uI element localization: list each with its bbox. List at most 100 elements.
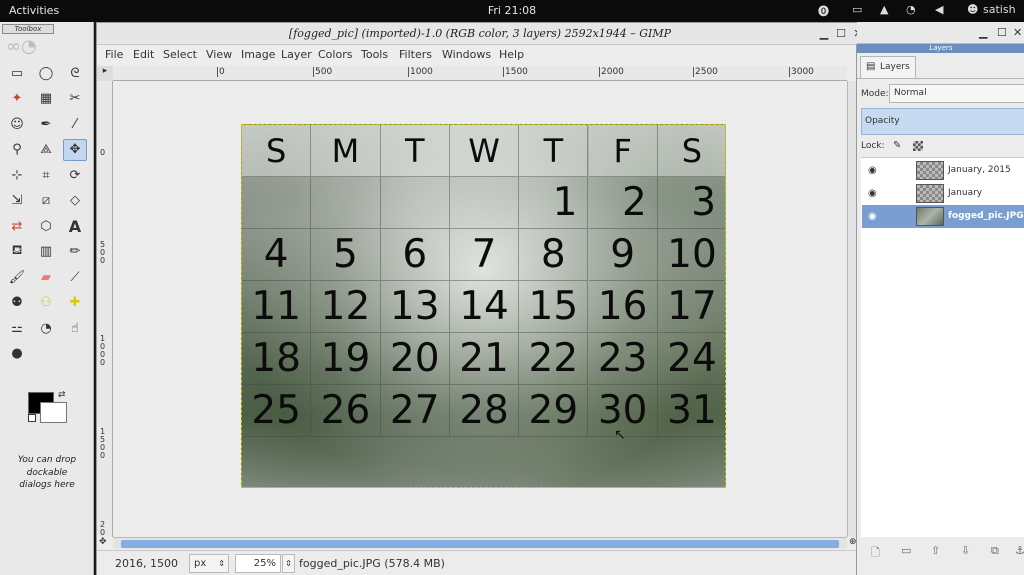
layer-thumbnail xyxy=(916,207,944,226)
color-select-icon[interactable]: ▦ xyxy=(34,88,58,110)
menu-image[interactable]: Image xyxy=(241,48,275,61)
calendar-date-cell: 11 xyxy=(242,281,312,333)
tab-layers[interactable]: ▤ Layers xyxy=(860,56,916,78)
user-menu[interactable]: satish xyxy=(983,3,1016,16)
menu-layer[interactable]: Layer xyxy=(281,48,312,61)
raise-layer-icon[interactable]: ⇧ xyxy=(931,544,940,557)
zoom-input[interactable]: 25% xyxy=(235,554,281,573)
network-icon[interactable]: ▲ xyxy=(880,3,888,16)
pencil-icon[interactable]: ✏ xyxy=(63,241,87,263)
reset-colors-icon[interactable] xyxy=(28,414,36,422)
lock-alpha-icon[interactable] xyxy=(913,141,923,151)
canvas-area[interactable]: S M T W T F S 1 2 3 4 5 6 7 8 9 10 11 12 13 14 15 16 17 18 19 20 21… xyxy=(114,81,847,537)
new-layer-icon[interactable]: 🗋 xyxy=(871,544,880,563)
unit-select[interactable]: px ⇕ xyxy=(189,554,229,573)
dock-minimize-icon[interactable]: ▁ xyxy=(979,26,987,39)
visibility-eye-icon[interactable]: ◉ xyxy=(868,159,877,182)
ink-icon[interactable]: ⚉ xyxy=(5,292,29,314)
anchor-layer-icon[interactable]: ⚓ xyxy=(1015,544,1024,557)
layer-row-january[interactable]: ◉ January xyxy=(862,182,1024,205)
text-icon[interactable]: A xyxy=(63,215,87,237)
blur-icon[interactable]: ◔ xyxy=(34,317,58,339)
scale-icon[interactable]: ⇲ xyxy=(5,190,29,212)
smudge-icon[interactable]: ☝ xyxy=(63,317,87,339)
volume-icon[interactable]: ◀ xyxy=(935,3,943,16)
align-icon[interactable]: ⊹ xyxy=(5,164,29,186)
mode-select[interactable]: Normal xyxy=(889,84,1024,103)
blend-icon[interactable]: ▥ xyxy=(34,241,58,263)
menu-filters[interactable]: Filters xyxy=(399,48,432,61)
foreground-select-icon[interactable]: ☺ xyxy=(5,113,29,135)
menu-select[interactable]: Select xyxy=(163,48,197,61)
navigate-icon[interactable]: ✥ xyxy=(99,537,111,549)
menu-colors[interactable]: Colors xyxy=(318,48,352,61)
wifi-icon[interactable]: ◔ xyxy=(906,3,916,16)
menu-help[interactable]: Help xyxy=(499,48,524,61)
opacity-slider[interactable]: Opacity xyxy=(861,108,1024,135)
rotate-icon[interactable]: ⟳ xyxy=(63,164,87,186)
new-layer-group-icon[interactable]: ▭ xyxy=(901,544,911,557)
shear-icon[interactable]: ⧄ xyxy=(34,190,58,212)
minimize-icon[interactable]: ▁ xyxy=(817,27,831,41)
heal-icon[interactable]: ✚ xyxy=(63,292,87,314)
horizontal-ruler[interactable]: -500050010001500200025003000 xyxy=(113,66,847,81)
dock-close-icon[interactable]: ✕ xyxy=(1013,26,1022,39)
fuzzy-select-icon[interactable]: ✦ xyxy=(5,88,29,110)
quick-mask-icon[interactable]: ▸ xyxy=(97,66,113,81)
color-picker-icon[interactable]: ⁄ xyxy=(63,113,87,135)
zoom-spin-icon[interactable]: ⇕ xyxy=(282,554,295,573)
calendar-date-cell: 2 xyxy=(588,177,658,229)
keyboard-icon[interactable]: ▭ xyxy=(852,3,862,16)
rect-select-icon[interactable]: ▭ xyxy=(5,62,29,84)
layer-row-calendar-title[interactable]: ◉ January, 2015 xyxy=(862,159,1024,182)
menu-edit[interactable]: Edit xyxy=(133,48,154,61)
image-canvas[interactable]: S M T W T F S 1 2 3 4 5 6 7 8 9 10 11 12 13 14 15 16 17 18 19 20 21… xyxy=(241,124,726,488)
visibility-eye-icon[interactable]: ◉ xyxy=(868,182,877,205)
move-icon[interactable]: ✥ xyxy=(63,138,87,161)
swap-colors-icon[interactable]: ⇄ xyxy=(58,390,66,400)
window-title: [fogged_pic] (imported)-1.0 (RGB color, … xyxy=(97,23,863,45)
zoom-icon[interactable]: ⚲ xyxy=(5,139,29,161)
perspective-clone-icon[interactable]: ⚍ xyxy=(5,317,29,339)
paths-icon[interactable]: ✒ xyxy=(34,113,58,135)
maximize-icon[interactable]: ☐ xyxy=(834,27,848,41)
paintbrush-icon[interactable]: 🖌 xyxy=(5,266,29,288)
dodge-icon[interactable]: ● xyxy=(5,343,29,365)
scissors-icon[interactable]: ✂ xyxy=(63,88,87,110)
airbrush-icon[interactable]: ⟋ xyxy=(63,266,87,288)
flip-icon[interactable]: ⇄ xyxy=(5,215,29,237)
calendar-date-cell: 19 xyxy=(311,333,381,385)
ellipse-select-icon[interactable]: ◯ xyxy=(34,62,58,84)
horizontal-scroll-thumb[interactable] xyxy=(121,540,839,548)
vertical-ruler[interactable]: 0 500 1000 1500 2000 xyxy=(97,81,113,537)
free-select-icon[interactable]: ᘓ xyxy=(63,62,87,84)
bucket-fill-icon[interactable]: ⛾ xyxy=(5,241,29,263)
cage-icon[interactable]: ⬡ xyxy=(34,215,58,237)
eraser-icon[interactable]: ▰ xyxy=(34,266,58,288)
lower-layer-icon[interactable]: ⇩ xyxy=(961,544,970,557)
dock-maximize-icon[interactable]: ☐ xyxy=(997,26,1007,39)
crop-icon[interactable]: ⌗ xyxy=(34,164,58,186)
vruler-label: 500 xyxy=(100,240,106,265)
clone-icon[interactable]: ⚇ xyxy=(34,292,58,314)
menu-windows[interactable]: Windows xyxy=(442,48,491,61)
calendar-date-cell: 21 xyxy=(449,333,520,385)
visibility-eye-icon[interactable]: ◉ xyxy=(868,205,877,228)
menu-file[interactable]: File xyxy=(105,48,123,61)
clock[interactable]: Fri 21:08 xyxy=(0,4,1024,17)
pointer-coords: 2016, 1500 xyxy=(115,557,178,570)
menu-view[interactable]: View xyxy=(206,48,232,61)
menu-bar: File Edit Select View Image Layer Colors Tools F… xyxy=(97,45,863,65)
perspective-icon[interactable]: ◇ xyxy=(63,190,87,212)
image-window: [fogged_pic] (imported)-1.0 (RGB color, … xyxy=(96,22,864,575)
measure-icon[interactable]: ⟁ xyxy=(34,139,58,161)
calendar-date-cell: 24 xyxy=(657,333,725,385)
user-icon[interactable]: ☻ xyxy=(967,3,978,16)
menu-tools[interactable]: Tools xyxy=(361,48,388,61)
background-color[interactable] xyxy=(40,402,67,423)
accessibility-icon[interactable]: ⓿ xyxy=(818,3,829,19)
duplicate-layer-icon[interactable]: ⧉ xyxy=(991,544,999,558)
horizontal-scrollbar[interactable] xyxy=(113,537,847,549)
lock-pixels-icon[interactable]: ✎ xyxy=(893,140,901,151)
layer-row-fogged-pic[interactable]: ◉ fogged_pic.JPG xyxy=(862,205,1024,228)
